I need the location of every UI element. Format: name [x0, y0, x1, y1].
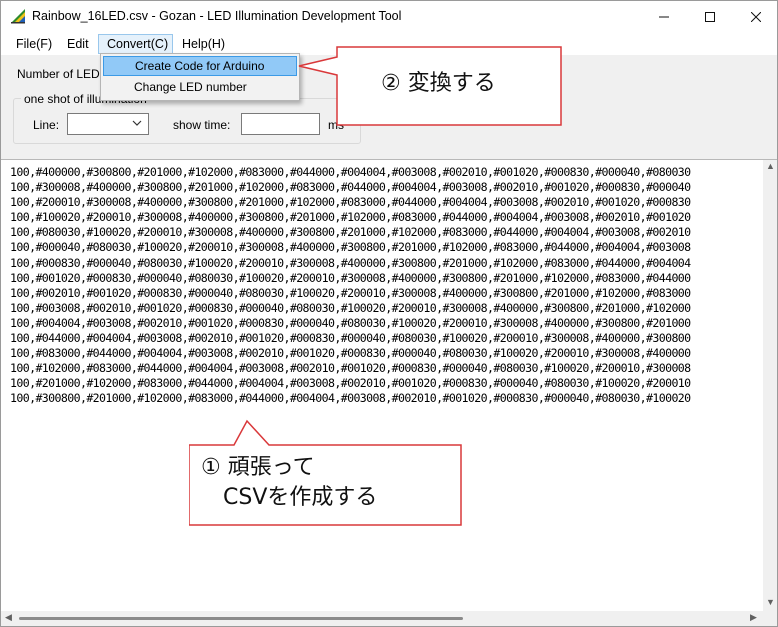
convert-dropdown: Create Code for Arduino Change LED numbe… — [100, 53, 300, 101]
title-bar[interactable]: Rainbow_16LED.csv - Gozan - LED Illumina… — [1, 1, 777, 32]
csv-data-line: 100,#300008,#400000,#300800,#201000,#102… — [10, 180, 691, 195]
scroll-left-icon[interactable]: ◀ — [5, 612, 12, 623]
line-label: Line: — [33, 118, 60, 132]
menu-item-change-led-number[interactable]: Change LED number — [103, 78, 297, 98]
callout-step1-line2: CSVを作成する — [201, 485, 378, 510]
scroll-down-icon[interactable]: ▼ — [766, 597, 775, 607]
csv-data-line: 100,#001020,#000830,#000040,#080030,#100… — [10, 270, 691, 285]
scroll-right-icon[interactable]: ▶ — [750, 612, 757, 623]
menu-edit[interactable]: Edit — [60, 34, 96, 54]
csv-data-line: 100,#100020,#200010,#300008,#400000,#300… — [10, 210, 691, 225]
horizontal-scroll-thumb[interactable] — [19, 617, 463, 620]
csv-data-line: 100,#102000,#083000,#044000,#004004,#003… — [10, 361, 691, 376]
show-time-label: show time: — [173, 118, 231, 132]
csv-data-line: 100,#080030,#100020,#200010,#300008,#400… — [10, 225, 691, 240]
number-of-led-label: Number of LED — [17, 67, 100, 81]
csv-data-line: 100,#044000,#004004,#003008,#002010,#001… — [10, 331, 691, 346]
csv-data-line: 100,#400000,#300800,#201000,#102000,#083… — [10, 165, 691, 179]
csv-data-line: 100,#003008,#002010,#001020,#000830,#000… — [10, 300, 691, 315]
csv-lines: 100,#400000,#300800,#201000,#102000,#083… — [10, 165, 763, 407]
vertical-scrollbar[interactable]: ▲ ▼ — [763, 160, 777, 611]
maximize-icon — [705, 11, 715, 22]
csv-data-line: 100,#002010,#001020,#000830,#000040,#080… — [10, 285, 691, 300]
csv-data-area[interactable]: 100,#400000,#300800,#201000,#102000,#083… — [1, 159, 777, 611]
csv-data-line: 100,#201000,#102000,#083000,#044000,#004… — [10, 376, 691, 391]
horizontal-scrollbar[interactable]: ◀ ▶ — [1, 611, 763, 626]
csv-data-line: 100,#000040,#080030,#100020,#200010,#300… — [10, 240, 691, 255]
csv-data-line: 100,#200010,#300008,#400000,#300800,#201… — [10, 195, 691, 210]
callout-step1-line1: ① 頑張って — [201, 455, 315, 480]
scroll-corner — [763, 611, 777, 626]
menu-item-create-code-arduino[interactable]: Create Code for Arduino — [103, 56, 297, 76]
csv-data-line: 100,#000830,#000040,#080030,#100020,#200… — [10, 255, 691, 270]
csv-data-line: 100,#083000,#044000,#004004,#003008,#002… — [10, 346, 691, 361]
menu-convert[interactable]: Convert(C) — [98, 34, 173, 54]
minimize-button[interactable] — [641, 1, 687, 32]
scroll-up-icon[interactable]: ▲ — [766, 161, 775, 171]
csv-data-line: 100,#300800,#201000,#102000,#083000,#044… — [10, 391, 691, 406]
menu-file[interactable]: File(F) — [9, 34, 59, 54]
minimize-icon — [659, 16, 669, 17]
menu-help[interactable]: Help(H) — [175, 34, 232, 54]
csv-data-line: 100,#004004,#003008,#002010,#001020,#000… — [10, 315, 691, 330]
callout-step2-text: ② 変換する — [381, 71, 496, 96]
close-button[interactable] — [733, 1, 777, 32]
close-icon — [751, 11, 761, 22]
app-icon — [11, 9, 25, 24]
window-title: Rainbow_16LED.csv - Gozan - LED Illumina… — [32, 9, 402, 23]
chevron-down-icon — [132, 120, 142, 126]
app-window: Rainbow_16LED.csv - Gozan - LED Illumina… — [0, 0, 778, 627]
line-select[interactable] — [67, 113, 149, 135]
maximize-button[interactable] — [687, 1, 733, 32]
